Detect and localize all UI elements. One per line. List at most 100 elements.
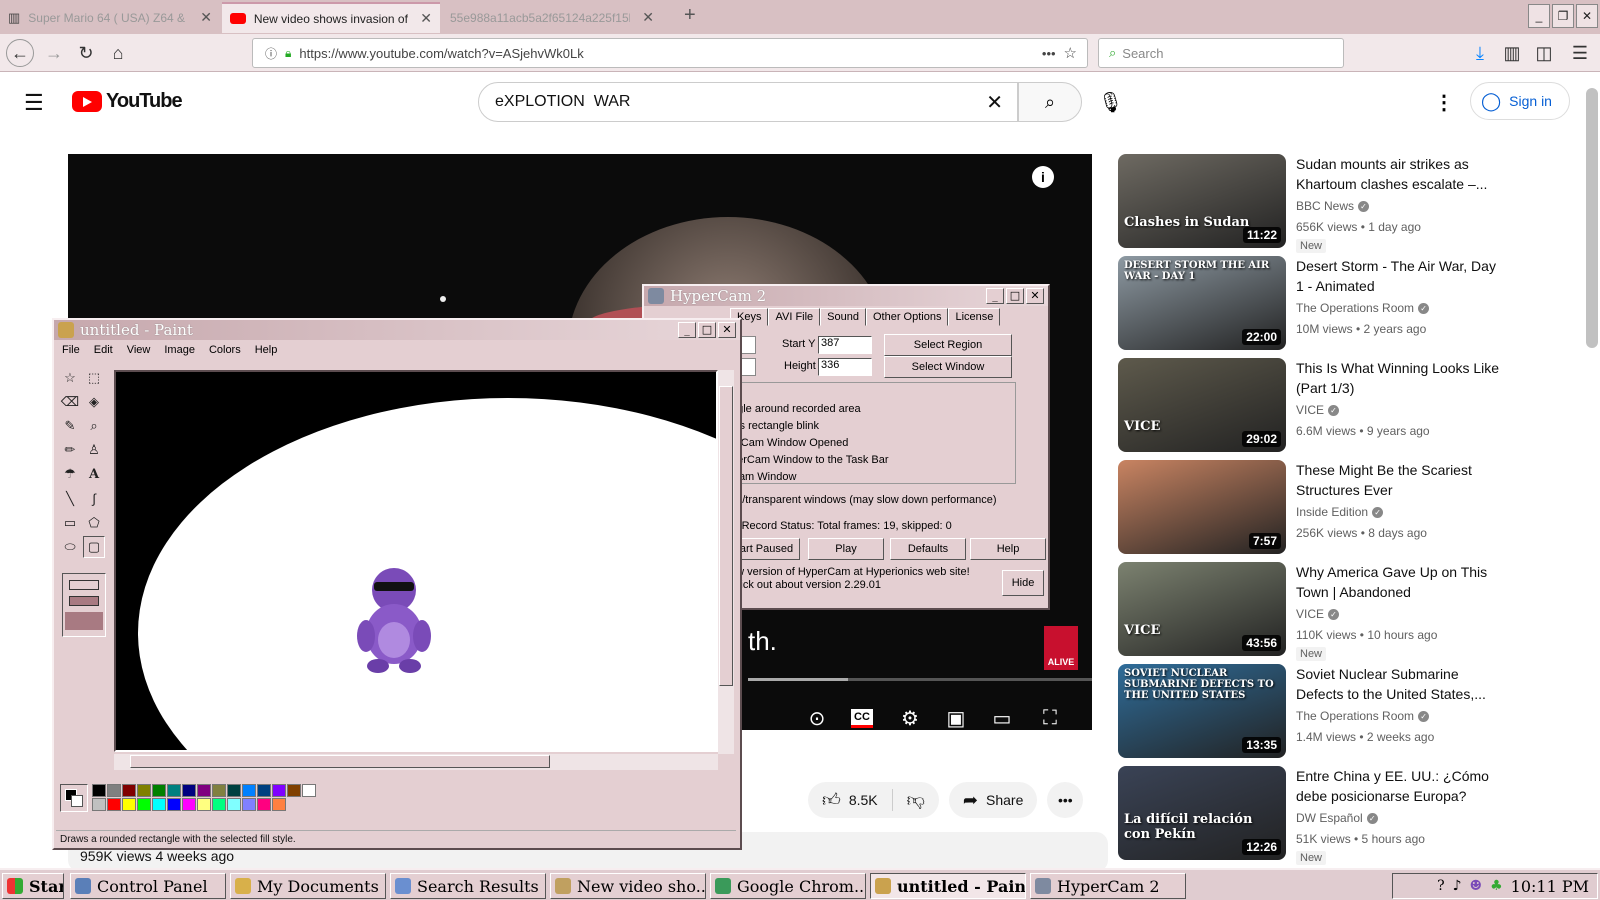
browser-tab[interactable]: 55e988a11acb5a2f65124a225f15b4 ✕	[442, 2, 662, 33]
fill-bucket-icon[interactable]: ◈	[83, 391, 105, 413]
taskbar-item[interactable]: New video sho...	[550, 873, 706, 899]
url-bar[interactable]: ⓘ 🔒︎ https://www.youtube.com/watch?v=ASj…	[252, 38, 1088, 68]
update-notice[interactable]: ew version of HyperCam at Hyperionics we…	[730, 566, 992, 592]
close-window-icon[interactable]: ✕	[1576, 4, 1598, 28]
video-title[interactable]: Desert Storm - The Air War, Day 1 - Anim…	[1296, 256, 1502, 296]
close-tab-icon[interactable]: ✕	[642, 9, 654, 26]
tab-other-options[interactable]: Other Options	[865, 308, 949, 326]
maximize-icon[interactable]: □	[698, 322, 716, 338]
paint-canvas[interactable]	[114, 370, 718, 752]
transparent-option[interactable]: ed/transparent windows (may slow down pe…	[730, 494, 997, 506]
menu-view[interactable]: View	[127, 344, 151, 356]
select-window-button[interactable]: Select Window	[884, 356, 1012, 378]
reload-icon[interactable]: ↻	[72, 39, 100, 67]
more-options-icon[interactable]: ⋮	[1434, 90, 1454, 115]
channel-name[interactable]: The Operations Room	[1296, 709, 1414, 723]
channel-name[interactable]: DW Español	[1296, 811, 1363, 825]
video-thumbnail[interactable]: 7:57	[1118, 460, 1286, 554]
polygon-icon[interactable]: ⬠	[83, 512, 105, 534]
theater-mode-icon[interactable]: ▭	[986, 702, 1018, 730]
canvas-horizontal-scrollbar[interactable]	[114, 754, 718, 770]
palette-swatch[interactable]	[257, 798, 271, 811]
youtube-search-button[interactable]: ⌕	[1018, 82, 1082, 122]
video-thumbnail[interactable]: VICE 43:56	[1118, 562, 1286, 656]
airbrush-icon[interactable]: ☂	[59, 463, 81, 485]
palette-swatch[interactable]	[287, 784, 301, 797]
palette-swatch[interactable]	[152, 798, 166, 811]
palette-swatch[interactable]	[212, 798, 226, 811]
bonzi-tray-icon[interactable]: ☻	[1470, 878, 1483, 894]
browser-tab-active[interactable]: New video shows invasion of Iraq ✕	[222, 2, 440, 33]
palette-swatch[interactable]	[302, 784, 316, 797]
library-icon[interactable]: ▥	[1498, 39, 1526, 67]
taskbar-item[interactable]: My Documents	[230, 873, 386, 899]
color-picker-icon[interactable]: ✎	[59, 415, 81, 437]
magnifier-icon[interactable]: ⌕	[83, 415, 105, 437]
video-title[interactable]: These Might Be the Scariest Structures E…	[1296, 460, 1502, 500]
palette-swatch[interactable]	[107, 798, 121, 811]
palette-swatch[interactable]	[242, 784, 256, 797]
palette-swatch[interactable]	[212, 784, 226, 797]
miniplayer-icon[interactable]: ▣	[940, 702, 972, 730]
palette-swatch[interactable]	[167, 784, 181, 797]
curve-icon[interactable]: ∫	[83, 488, 105, 510]
volume-tray-icon[interactable]: ♪	[1453, 878, 1462, 894]
video-title[interactable]: Entre China y EE. UU.: ¿Cómo debe posici…	[1296, 766, 1502, 806]
fill-style-filled[interactable]	[65, 612, 103, 630]
network-tray-icon[interactable]: ♣	[1490, 878, 1503, 894]
help-button[interactable]: Help	[970, 538, 1046, 560]
current-colors[interactable]	[60, 784, 88, 812]
video-thumbnail[interactable]: Clashes in Sudan 11:22	[1118, 154, 1286, 248]
play-button[interactable]: Play	[808, 538, 884, 560]
paint-titlebar[interactable]: untitled - Paint _ □ ✕	[54, 320, 740, 340]
select-region-button[interactable]: Select Region	[884, 334, 1012, 356]
palette-swatch[interactable]	[197, 784, 211, 797]
info-icon[interactable]: ⓘ	[265, 45, 277, 62]
taskbar-item[interactable]: HyperCam 2	[1030, 873, 1186, 899]
palette-swatch[interactable]	[122, 798, 136, 811]
autoplay-toggle-icon[interactable]: ⊙	[798, 702, 836, 730]
palette-swatch[interactable]	[137, 784, 151, 797]
palette-swatch[interactable]	[107, 784, 121, 797]
settings-gear-icon[interactable]: ⚙	[894, 702, 926, 730]
browser-tab[interactable]: ▥ Super Mario 64 ( USA) Z64 & M ✕	[0, 2, 220, 33]
hide-button[interactable]: Hide	[1002, 570, 1044, 596]
brush-icon[interactable]: ♙	[83, 439, 105, 461]
browser-search-input[interactable]: ⌕ Search	[1098, 38, 1344, 68]
download-icon[interactable]: ⤓	[1466, 39, 1494, 67]
menu-image[interactable]: Image	[164, 344, 195, 356]
like-button[interactable]: 👍︎ 8.5K 👎︎	[808, 782, 939, 818]
video-title[interactable]: Sudan mounts air strikes as Khartoum cla…	[1296, 154, 1502, 194]
page-scrollbar[interactable]	[1586, 88, 1598, 348]
ellipse-icon[interactable]: ⬭	[59, 536, 81, 558]
back-icon[interactable]: ←	[6, 39, 34, 67]
taskbar-item[interactable]: Search Results	[390, 873, 546, 899]
video-thumbnail[interactable]: DESERT STORM THE AIR WAR - DAY 1 22:00	[1118, 256, 1286, 350]
close-icon[interactable]: ✕	[718, 322, 736, 338]
menu-icon[interactable]: ☰	[1566, 39, 1594, 67]
channel-name[interactable]: Inside Edition	[1296, 505, 1368, 519]
palette-swatch[interactable]	[227, 784, 241, 797]
help-tray-icon[interactable]: ?	[1437, 878, 1445, 894]
palette-swatch[interactable]	[92, 784, 106, 797]
height-input[interactable]: 336	[818, 358, 872, 376]
new-tab-icon[interactable]: +	[684, 4, 696, 27]
taskbar-item[interactable]: untitled - Paint	[870, 873, 1026, 899]
recommendation-card[interactable]: Clashes in Sudan 11:22 Sudan mounts air st…	[1118, 154, 1578, 253]
start-button[interactable]: Start	[2, 873, 64, 899]
taskbar-item[interactable]: Google Chrom...	[710, 873, 866, 899]
palette-swatch[interactable]	[152, 784, 166, 797]
palette-swatch[interactable]	[122, 784, 136, 797]
video-thumbnail[interactable]: SOVIET NUCLEAR SUBMARINE DEFECTS TO THE …	[1118, 664, 1286, 758]
fill-style-options[interactable]	[62, 573, 106, 637]
recommendation-card[interactable]: La difícil relación con Pekín 12:26 Entre …	[1118, 766, 1578, 865]
palette-swatch[interactable]	[182, 784, 196, 797]
maximize-icon[interactable]: □	[1006, 288, 1024, 304]
video-title[interactable]: Why America Gave Up on This Town | Aband…	[1296, 562, 1502, 602]
free-select-icon[interactable]: ☆	[59, 367, 81, 389]
tab-sound[interactable]: Sound	[820, 308, 866, 326]
rectangle-icon[interactable]: ▭	[59, 512, 81, 534]
home-icon[interactable]: ⌂	[104, 39, 132, 67]
captions-icon[interactable]: CC	[846, 702, 878, 730]
palette-swatch[interactable]	[197, 798, 211, 811]
